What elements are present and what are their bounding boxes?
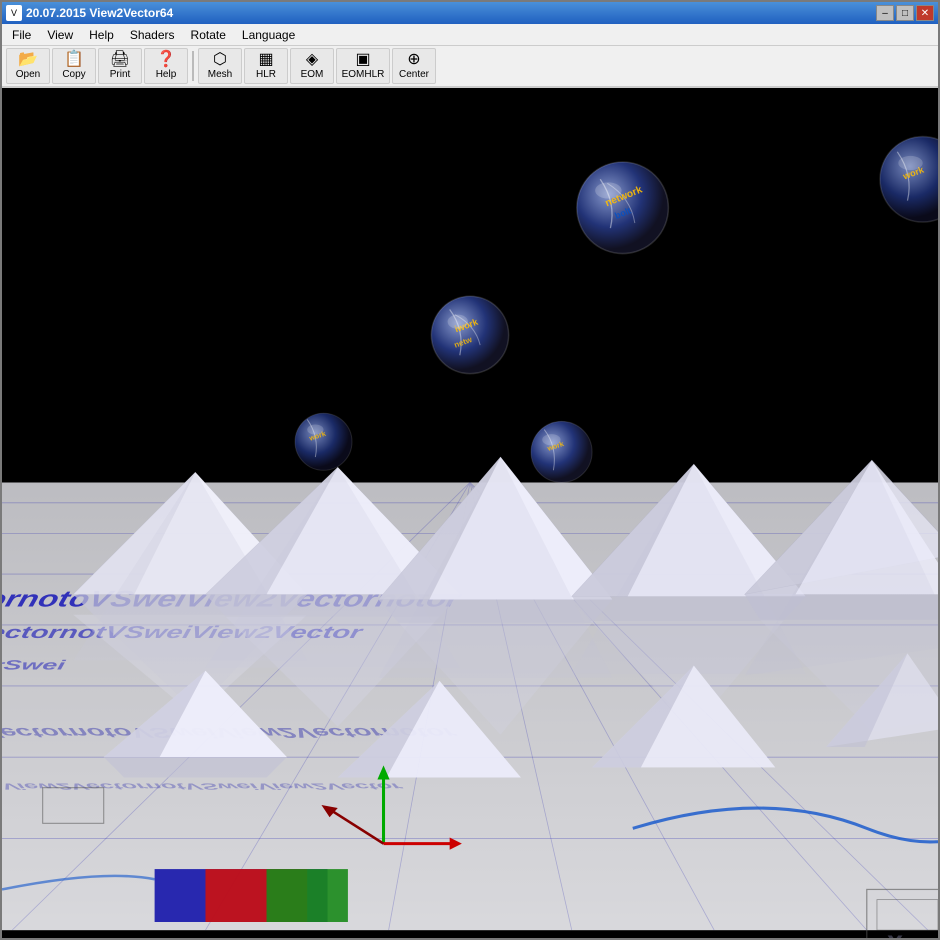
open-button[interactable]: 📂 Open [6, 48, 50, 84]
app-icon: V [6, 5, 22, 21]
scene-svg: View2VectornotoVSweiView2Vectornotor Vie… [2, 88, 938, 938]
copy-button[interactable]: 📋 Copy [52, 48, 96, 84]
help-icon: ❓ [156, 52, 176, 68]
menu-shaders[interactable]: Shaders [122, 26, 183, 44]
center-label: Center [399, 69, 429, 80]
window-title: 20.07.2015 View2Vector64 [26, 6, 173, 20]
title-bar: V 20.07.2015 View2Vector64 – □ ✕ [2, 2, 938, 24]
hlr-icon: ▦ [258, 52, 273, 68]
print-button[interactable]: 🖨 Print [98, 48, 142, 84]
eomhlr-label: EOMHLR [342, 69, 385, 80]
menu-language[interactable]: Language [234, 26, 303, 44]
open-label: Open [16, 69, 40, 80]
title-bar-left: V 20.07.2015 View2Vector64 [6, 5, 173, 21]
copy-label: Copy [62, 69, 85, 80]
eom-button[interactable]: ◈ EOM [290, 48, 334, 84]
mesh-label: Mesh [208, 69, 232, 80]
center-icon: ⊕ [407, 52, 420, 68]
application-window: V 20.07.2015 View2Vector64 – □ ✕ File Vi… [0, 0, 940, 940]
help-label: Help [156, 69, 177, 80]
svg-text:x: x [887, 925, 903, 938]
menu-rotate[interactable]: Rotate [183, 26, 234, 44]
center-button[interactable]: ⊕ Center [392, 48, 436, 84]
menu-bar: File View Help Shaders Rotate Language [2, 24, 938, 46]
copy-icon: 📋 [64, 52, 84, 68]
menu-view[interactable]: View [39, 26, 81, 44]
hlr-label: HLR [256, 69, 276, 80]
mesh-icon: ⬡ [213, 52, 227, 68]
svg-text:View2VectorSwei: View2VectorSwei [2, 658, 68, 673]
svg-text:View2VectornotVSweiView2Vector: View2VectornotVSweiView2Vector [2, 782, 406, 792]
minimize-button[interactable]: – [876, 5, 894, 21]
maximize-button[interactable]: □ [896, 5, 914, 21]
eomhlr-icon: ▣ [355, 52, 370, 68]
eom-icon: ◈ [306, 52, 318, 68]
mesh-button[interactable]: ⬡ Mesh [198, 48, 242, 84]
close-button[interactable]: ✕ [916, 5, 934, 21]
menu-file[interactable]: File [4, 26, 39, 44]
hlr-button[interactable]: ▦ HLR [244, 48, 288, 84]
print-label: Print [110, 69, 131, 80]
canvas-area[interactable]: View2VectornotoVSweiView2Vectornotor Vie… [2, 88, 938, 938]
open-icon: 📂 [18, 52, 38, 68]
eomhlr-button[interactable]: ▣ EOMHLR [336, 48, 390, 84]
toolbar-separator-1 [192, 51, 194, 81]
eom-label: EOM [301, 69, 324, 80]
window-controls: – □ ✕ [876, 5, 934, 21]
print-icon: 🖨 [110, 52, 130, 68]
toolbar: 📂 Open 📋 Copy 🖨 Print ❓ Help ⬡ Mesh ▦ HL… [2, 46, 938, 88]
help-button[interactable]: ❓ Help [144, 48, 188, 84]
menu-help[interactable]: Help [81, 26, 122, 44]
